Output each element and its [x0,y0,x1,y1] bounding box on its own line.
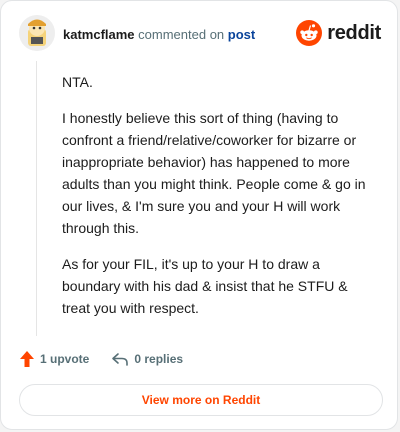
reddit-wordmark: reddit [327,21,381,44]
comment-body: NTA. I honestly believe this sort of thi… [62,71,378,333]
commented-on-text: commented on [138,27,225,42]
upvote-arrow-icon [20,351,34,367]
reply-count: 0 replies [134,352,184,366]
thread-line [36,61,37,336]
upvote-button[interactable]: 1 upvote [19,350,89,368]
avatar-image [19,15,55,51]
comment-embed-card: katmcflame commented on post reddit NTA.… [0,0,398,430]
comment-paragraph: I honestly believe this sort of thing (h… [62,110,366,236]
comment-header: katmcflame commented on post reddit [19,15,381,55]
reddit-snoo-icon [296,20,323,46]
avatar[interactable] [19,15,55,51]
view-more-on-reddit-button[interactable]: View more on Reddit [19,384,383,416]
comment-meta: katmcflame commented on post [63,27,255,43]
comment-paragraph: NTA. [62,74,93,90]
post-link[interactable]: post [228,27,255,42]
reply-arrow-icon [112,353,129,366]
reddit-logo[interactable]: reddit [296,19,381,47]
username[interactable]: katmcflame [63,27,135,42]
comment-actions: 1 upvote 0 replies [19,349,205,369]
reply-button[interactable]: 0 replies [111,351,183,367]
upvote-count: 1 upvote [40,352,90,366]
comment-paragraph: As for your FIL, it's up to your H to dr… [62,256,348,316]
